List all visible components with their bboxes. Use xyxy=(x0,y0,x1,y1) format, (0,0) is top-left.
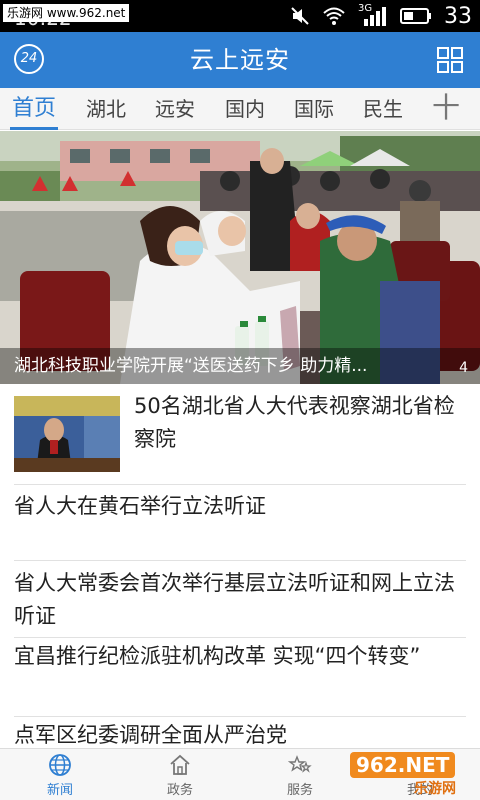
app-title: 云上远安 xyxy=(190,46,290,74)
site-watermark: 乐游网 www.962.net xyxy=(3,4,130,22)
tab-hubei[interactable]: 湖北 xyxy=(86,88,126,130)
nav-service[interactable]: 服务 xyxy=(240,749,360,800)
news-title: 省人大在黄石举行立法听证 xyxy=(14,494,266,518)
watermark-sub: 乐游网 xyxy=(414,781,456,797)
news-thumbnail xyxy=(14,396,120,472)
nav-news-label: 新闻 xyxy=(46,783,73,798)
battery-icon xyxy=(400,8,431,24)
watermark-brand: 962.NET xyxy=(350,752,456,778)
news-title: 宜昌推行纪检派驻机构改革 实现“四个转变” xyxy=(14,644,421,668)
news-item[interactable]: 省人大常委会首次举行基层立法听证和网上立法听证 xyxy=(0,561,480,641)
grid-icon[interactable] xyxy=(436,46,464,74)
app-bar: 24 云上远安 xyxy=(0,32,480,88)
banner-page-count: 4 xyxy=(459,360,468,376)
stars-icon xyxy=(288,755,312,773)
category-tabs: 首页 湖北 远安 国内 国际 民生 十 xyxy=(0,88,480,130)
news-title: 点军区纪委调研全面从严治党 xyxy=(14,723,287,747)
home-icon xyxy=(170,754,190,775)
news-title: 50名湖北省人大代表视察湖北省检察院 xyxy=(134,394,455,451)
nav-service-label: 服务 xyxy=(286,783,313,798)
battery-level: 33 xyxy=(444,3,472,29)
news-title: 省人大常委会首次举行基层立法听证和网上立法听证 xyxy=(14,571,455,628)
news-item[interactable]: 宜昌推行纪检派驻机构改革 实现“四个转变” xyxy=(0,638,480,708)
nav-gov[interactable]: 政务 xyxy=(120,749,240,800)
tab-home[interactable]: 首页 xyxy=(9,88,59,130)
signal-icon: 3G xyxy=(358,3,388,27)
tab-yuanan[interactable]: 远安 xyxy=(155,88,195,130)
featured-banner[interactable]: 湖北科技职业学院开展“送医送药下乡 助力精... 4 xyxy=(0,131,480,384)
news-item[interactable]: 点军区纪委调研全面从严治党 xyxy=(0,717,480,747)
tab-domestic[interactable]: 国内 xyxy=(225,88,265,130)
corner-watermark: 962.NET 乐游网 xyxy=(344,752,474,797)
wifi-icon xyxy=(323,7,345,25)
mute-icon xyxy=(291,7,309,25)
tab-livelihood[interactable]: 民生 xyxy=(363,88,403,130)
tab-international[interactable]: 国际 xyxy=(294,88,334,130)
nav-news[interactable]: 新闻 xyxy=(0,749,120,800)
banner-photo xyxy=(0,131,480,384)
nav-gov-label: 政务 xyxy=(166,783,193,798)
add-tab-button[interactable]: 十 xyxy=(432,88,460,130)
news-item[interactable]: 50名湖北省人大代表视察湖北省检察院 xyxy=(0,384,480,484)
globe-icon xyxy=(49,754,71,776)
banner-caption: 湖北科技职业学院开展“送医送药下乡 助力精... xyxy=(0,348,480,384)
status-bar: 10:22 乐游网 www.962.net 3G 33 xyxy=(0,0,480,32)
news-item[interactable]: 省人大在黄石举行立法听证 xyxy=(0,485,480,565)
status-icons: 3G 33 xyxy=(290,3,472,29)
